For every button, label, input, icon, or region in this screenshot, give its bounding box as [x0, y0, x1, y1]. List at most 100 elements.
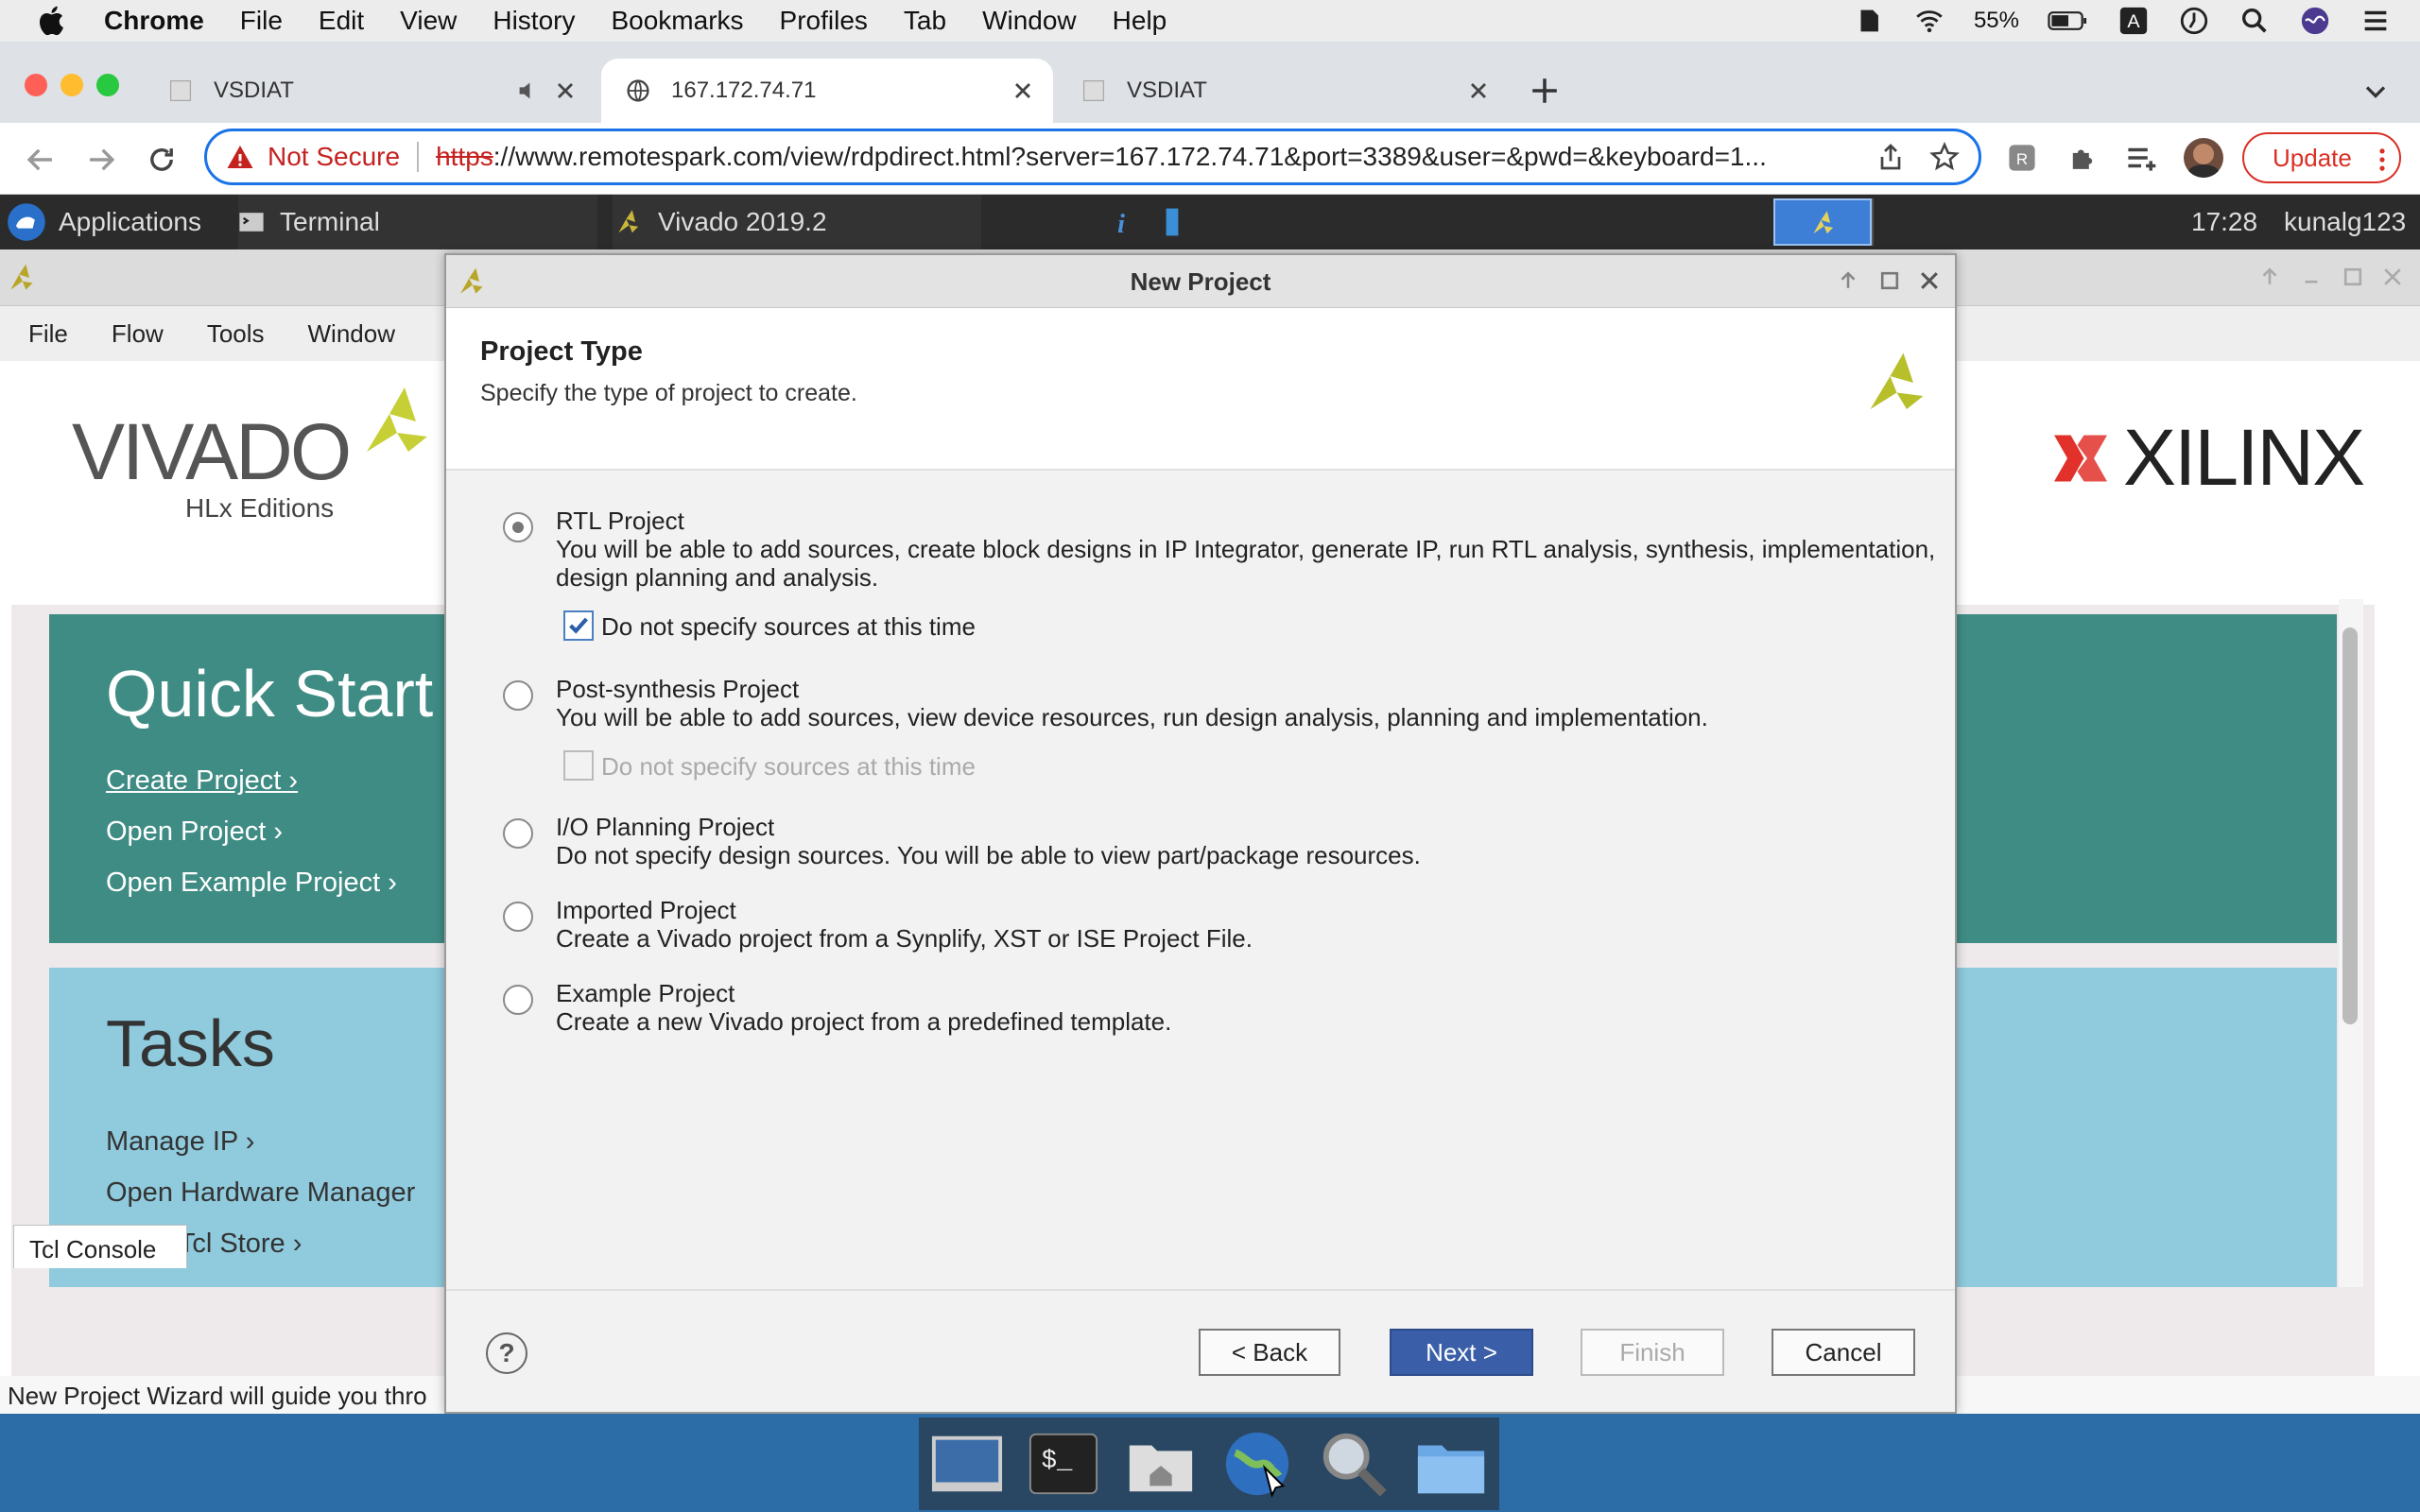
window-close-button[interactable] — [25, 74, 47, 96]
cancel-button[interactable]: Cancel — [1772, 1329, 1915, 1376]
share-icon[interactable] — [1876, 143, 1905, 171]
back-arrow-icon[interactable] — [25, 144, 57, 176]
menu-help[interactable]: Help — [1113, 6, 1167, 36]
reload-icon[interactable] — [146, 144, 178, 176]
window-maximize-icon[interactable] — [2341, 265, 2365, 289]
menu-profiles[interactable]: Profiles — [780, 6, 868, 36]
dialog-maximize-icon[interactable] — [1877, 268, 1902, 293]
address-bar[interactable]: Not Secure https ://www.remotespark.com/… — [204, 129, 1981, 185]
rtl-project-radio[interactable] — [503, 512, 533, 542]
clock-icon[interactable] — [2178, 5, 2210, 37]
terminal-launcher-icon[interactable]: $_ — [1027, 1427, 1100, 1501]
io-planning-project-radio[interactable] — [503, 818, 533, 849]
new-tab-plus-icon[interactable] — [1530, 76, 1560, 106]
menu-window[interactable]: Window — [982, 6, 1077, 36]
window-up-icon[interactable] — [2257, 265, 2282, 289]
browser-tab-1[interactable]: VSDIAT — [144, 59, 596, 123]
post-no-sources-checkbox[interactable] — [563, 750, 594, 781]
dialog-up-icon[interactable] — [1836, 268, 1860, 293]
vivado-menu-file[interactable]: File — [28, 319, 68, 349]
imported-project-option[interactable]: Imported Project Create a Vivado project… — [503, 896, 1902, 953]
reading-list-icon[interactable] — [2125, 142, 2157, 174]
vivado-menu-window[interactable]: Window — [308, 319, 395, 349]
rtl-no-sources-label[interactable]: Do not specify sources at this time — [601, 612, 976, 642]
menu-app-name[interactable]: Chrome — [104, 6, 204, 36]
dialog-close-icon[interactable] — [1917, 268, 1942, 293]
io-planning-project-description: Do not specify design sources. You will … — [556, 841, 1421, 869]
user-menu[interactable]: kunalg123 — [2284, 195, 2406, 249]
terminal-task[interactable]: Terminal — [238, 195, 597, 249]
menu-edit[interactable]: Edit — [319, 6, 364, 36]
io-planning-project-option[interactable]: I/O Planning Project Do not specify desi… — [503, 813, 1902, 869]
tcl-console-tab[interactable]: Tcl Console — [13, 1225, 187, 1268]
vivado-logo-leaf-icon — [367, 387, 427, 452]
web-browser-icon[interactable] — [1220, 1427, 1294, 1501]
wifi-icon[interactable] — [1913, 5, 1945, 37]
finish-button[interactable]: Finish — [1581, 1329, 1724, 1376]
scrollbar-thumb[interactable] — [2342, 627, 2358, 1024]
example-project-option[interactable]: Example Project Create a new Vivado proj… — [503, 979, 1902, 1036]
example-project-radio[interactable] — [503, 985, 533, 1015]
input-source-icon[interactable]: A — [2118, 5, 2150, 37]
menu-history[interactable]: History — [493, 6, 575, 36]
spotlight-search-icon[interactable] — [2238, 5, 2271, 37]
apple-icon[interactable] — [36, 4, 70, 38]
help-button[interactable]: ? — [486, 1332, 527, 1374]
evernote-icon[interactable] — [1853, 5, 1885, 37]
next-button[interactable]: Next > — [1390, 1329, 1533, 1376]
window-minimize-button[interactable] — [60, 74, 83, 96]
battery-percent: 55% — [1973, 8, 2019, 33]
imported-project-radio[interactable] — [503, 902, 533, 932]
forward-arrow-icon[interactable] — [85, 144, 117, 176]
menu-view[interactable]: View — [400, 6, 457, 36]
kebab-menu-icon[interactable] — [2378, 147, 2386, 172]
extension-icon[interactable]: R — [2006, 142, 2038, 174]
workspace-switcher[interactable] — [1773, 198, 1872, 246]
manage-ip-link[interactable]: Manage IP › — [106, 1126, 254, 1158]
vivado-menu-tools[interactable]: Tools — [207, 319, 265, 349]
clock[interactable]: 17:28 — [2191, 195, 2257, 249]
battery-icon[interactable] — [2048, 5, 2089, 37]
vivado-task[interactable]: Vivado 2019.2 — [613, 195, 981, 249]
workspace-2[interactable] — [1872, 198, 1874, 246]
close-icon[interactable] — [552, 77, 579, 104]
close-icon[interactable] — [1465, 77, 1492, 104]
profile-avatar[interactable] — [2184, 138, 2223, 178]
browser-tab-2[interactable]: 167.172.74.71 — [601, 59, 1053, 123]
close-icon[interactable] — [1010, 77, 1036, 104]
window-zoom-button[interactable] — [96, 74, 119, 96]
not-secure-label[interactable]: Not Secure — [268, 142, 400, 172]
info-icon[interactable]: i — [1106, 206, 1136, 238]
control-center-icon[interactable] — [2360, 5, 2392, 37]
create-project-link[interactable]: Create Project › — [106, 765, 298, 797]
rtl-project-option[interactable]: RTL Project You will be able to add sour… — [503, 507, 1935, 592]
vivado-menu-flow[interactable]: Flow — [112, 319, 164, 349]
back-button[interactable]: < Back — [1199, 1329, 1340, 1376]
window-close-icon[interactable] — [2380, 265, 2405, 289]
app-finder-icon[interactable] — [1317, 1427, 1391, 1501]
post-synthesis-project-option[interactable]: Post-synthesis Project You will be able … — [503, 675, 1902, 731]
bookmark-star-icon[interactable] — [1929, 142, 1960, 172]
battery-meter-icon[interactable] — [1165, 206, 1180, 238]
open-hardware-manager-link[interactable]: Open Hardware Manager — [106, 1177, 415, 1209]
tab-search-chevron-icon[interactable] — [2361, 77, 2390, 106]
show-desktop-icon[interactable] — [930, 1427, 1004, 1501]
speaker-icon[interactable] — [516, 79, 539, 102]
siri-icon[interactable] — [2299, 5, 2331, 37]
menu-bookmarks[interactable]: Bookmarks — [611, 6, 743, 36]
file-manager-icon[interactable] — [1414, 1427, 1488, 1501]
post-no-sources-label[interactable]: Do not specify sources at this time — [601, 752, 976, 782]
puzzle-icon[interactable] — [2066, 142, 2099, 174]
menu-tab[interactable]: Tab — [904, 6, 946, 36]
update-button[interactable]: Update — [2242, 132, 2401, 183]
rtl-no-sources-checkbox[interactable] — [563, 610, 594, 641]
menu-file[interactable]: File — [240, 6, 283, 36]
home-folder-icon[interactable] — [1124, 1427, 1198, 1501]
applications-menu[interactable]: Applications — [6, 195, 201, 249]
window-minimize-icon[interactable] — [2299, 265, 2324, 289]
browser-tab-3[interactable]: VSDIAT — [1057, 59, 1509, 123]
open-example-project-link[interactable]: Open Example Project › — [106, 868, 397, 899]
open-project-link[interactable]: Open Project › — [106, 816, 283, 848]
start-page-scrollbar[interactable] — [2339, 599, 2363, 1287]
post-synthesis-project-radio[interactable] — [503, 680, 533, 711]
